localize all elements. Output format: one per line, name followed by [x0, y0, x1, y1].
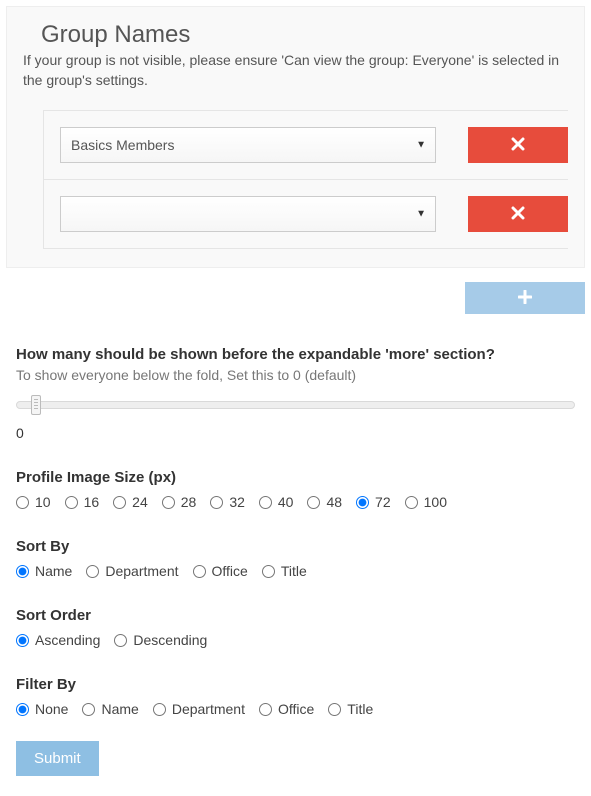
sort-by-section: Sort By Name Department Office Title	[16, 538, 575, 579]
radio-label: 10	[35, 494, 51, 510]
sort-order-label: Sort Order	[16, 607, 575, 624]
group-names-panel: Group Names If your group is not visible…	[6, 6, 585, 268]
radio-label: Title	[347, 701, 373, 717]
radio-option[interactable]: Department	[86, 563, 178, 579]
radio-input[interactable]	[328, 703, 341, 716]
radio-option[interactable]: 32	[210, 494, 245, 510]
radio-option[interactable]: Descending	[114, 632, 207, 648]
radio-label: 28	[181, 494, 197, 510]
radio-label: Department	[105, 563, 178, 579]
radio-input[interactable]	[193, 565, 206, 578]
radio-option[interactable]: 48	[307, 494, 342, 510]
plus-icon	[518, 290, 532, 307]
filter-by-section: Filter By None Name Department Office Title	[16, 676, 575, 717]
submit-button[interactable]: Submit	[16, 741, 99, 776]
radio-label: 100	[424, 494, 447, 510]
show-count-value: 0	[16, 425, 575, 441]
sort-by-options: Name Department Office Title	[16, 563, 575, 579]
radio-label: Office	[212, 563, 248, 579]
radio-option[interactable]: Department	[153, 701, 245, 717]
add-row	[0, 268, 591, 318]
radio-input[interactable]	[356, 496, 369, 509]
filter-by-options: None Name Department Office Title	[16, 701, 575, 717]
radio-input[interactable]	[82, 703, 95, 716]
show-count-slider[interactable]	[16, 393, 575, 417]
group-row: Basics Members ▼	[44, 110, 568, 179]
radio-label: Name	[101, 701, 138, 717]
radio-label: 48	[326, 494, 342, 510]
radio-option[interactable]: Title	[262, 563, 307, 579]
radio-option[interactable]: Office	[259, 701, 314, 717]
image-size-label: Profile Image Size (px)	[16, 469, 575, 486]
remove-group-button[interactable]	[468, 127, 568, 163]
show-count-section: How many should be shown before the expa…	[16, 346, 575, 441]
radio-option[interactable]: None	[16, 701, 68, 717]
add-group-button[interactable]	[465, 282, 585, 314]
group-row: ▼	[44, 179, 568, 249]
radio-label: 16	[84, 494, 100, 510]
radio-label: 24	[132, 494, 148, 510]
group-select[interactable]: Basics Members	[60, 127, 436, 163]
radio-option[interactable]: 72	[356, 494, 391, 510]
sort-order-options: Ascending Descending	[16, 632, 575, 648]
radio-label: Name	[35, 563, 72, 579]
radio-label: 40	[278, 494, 294, 510]
radio-input[interactable]	[259, 496, 272, 509]
show-count-help: To show everyone below the fold, Set thi…	[16, 367, 575, 383]
radio-input[interactable]	[162, 496, 175, 509]
radio-label: None	[35, 701, 68, 717]
radio-input[interactable]	[114, 634, 127, 647]
radio-input[interactable]	[405, 496, 418, 509]
radio-input[interactable]	[16, 565, 29, 578]
radio-input[interactable]	[262, 565, 275, 578]
image-size-section: Profile Image Size (px) 10 16 24 28 32 40 48 72…	[16, 469, 575, 510]
group-rows: Basics Members ▼ ▼	[43, 110, 568, 249]
group-select[interactable]	[60, 196, 436, 232]
slider-track	[16, 401, 575, 409]
radio-option[interactable]: 28	[162, 494, 197, 510]
radio-input[interactable]	[16, 634, 29, 647]
radio-option[interactable]: 16	[65, 494, 100, 510]
radio-input[interactable]	[86, 565, 99, 578]
radio-option[interactable]: Title	[328, 701, 373, 717]
radio-input[interactable]	[16, 496, 29, 509]
group-names-description: If your group is not visible, please ens…	[23, 51, 568, 90]
radio-input[interactable]	[153, 703, 166, 716]
sort-order-section: Sort Order Ascending Descending	[16, 607, 575, 648]
radio-input[interactable]	[16, 703, 29, 716]
radio-input[interactable]	[259, 703, 272, 716]
show-count-label: How many should be shown before the expa…	[16, 346, 575, 363]
radio-label: 72	[375, 494, 391, 510]
radio-option[interactable]: Ascending	[16, 632, 100, 648]
radio-input[interactable]	[113, 496, 126, 509]
radio-option[interactable]: Office	[193, 563, 248, 579]
close-icon	[511, 137, 525, 154]
radio-option[interactable]: 40	[259, 494, 294, 510]
radio-option[interactable]: 24	[113, 494, 148, 510]
radio-input[interactable]	[307, 496, 320, 509]
group-names-title: Group Names	[41, 21, 568, 49]
filter-by-label: Filter By	[16, 676, 575, 693]
radio-input[interactable]	[210, 496, 223, 509]
radio-input[interactable]	[65, 496, 78, 509]
radio-option[interactable]: Name	[82, 701, 138, 717]
radio-label: 32	[229, 494, 245, 510]
radio-label: Ascending	[35, 632, 100, 648]
close-icon	[511, 206, 525, 223]
radio-option[interactable]: Name	[16, 563, 72, 579]
radio-label: Office	[278, 701, 314, 717]
slider-thumb[interactable]	[31, 395, 41, 415]
radio-option[interactable]: 100	[405, 494, 447, 510]
radio-option[interactable]: 10	[16, 494, 51, 510]
radio-label: Descending	[133, 632, 207, 648]
sort-by-label: Sort By	[16, 538, 575, 555]
radio-label: Title	[281, 563, 307, 579]
radio-label: Department	[172, 701, 245, 717]
image-size-options: 10 16 24 28 32 40 48 72 100	[16, 494, 575, 510]
remove-group-button[interactable]	[468, 196, 568, 232]
